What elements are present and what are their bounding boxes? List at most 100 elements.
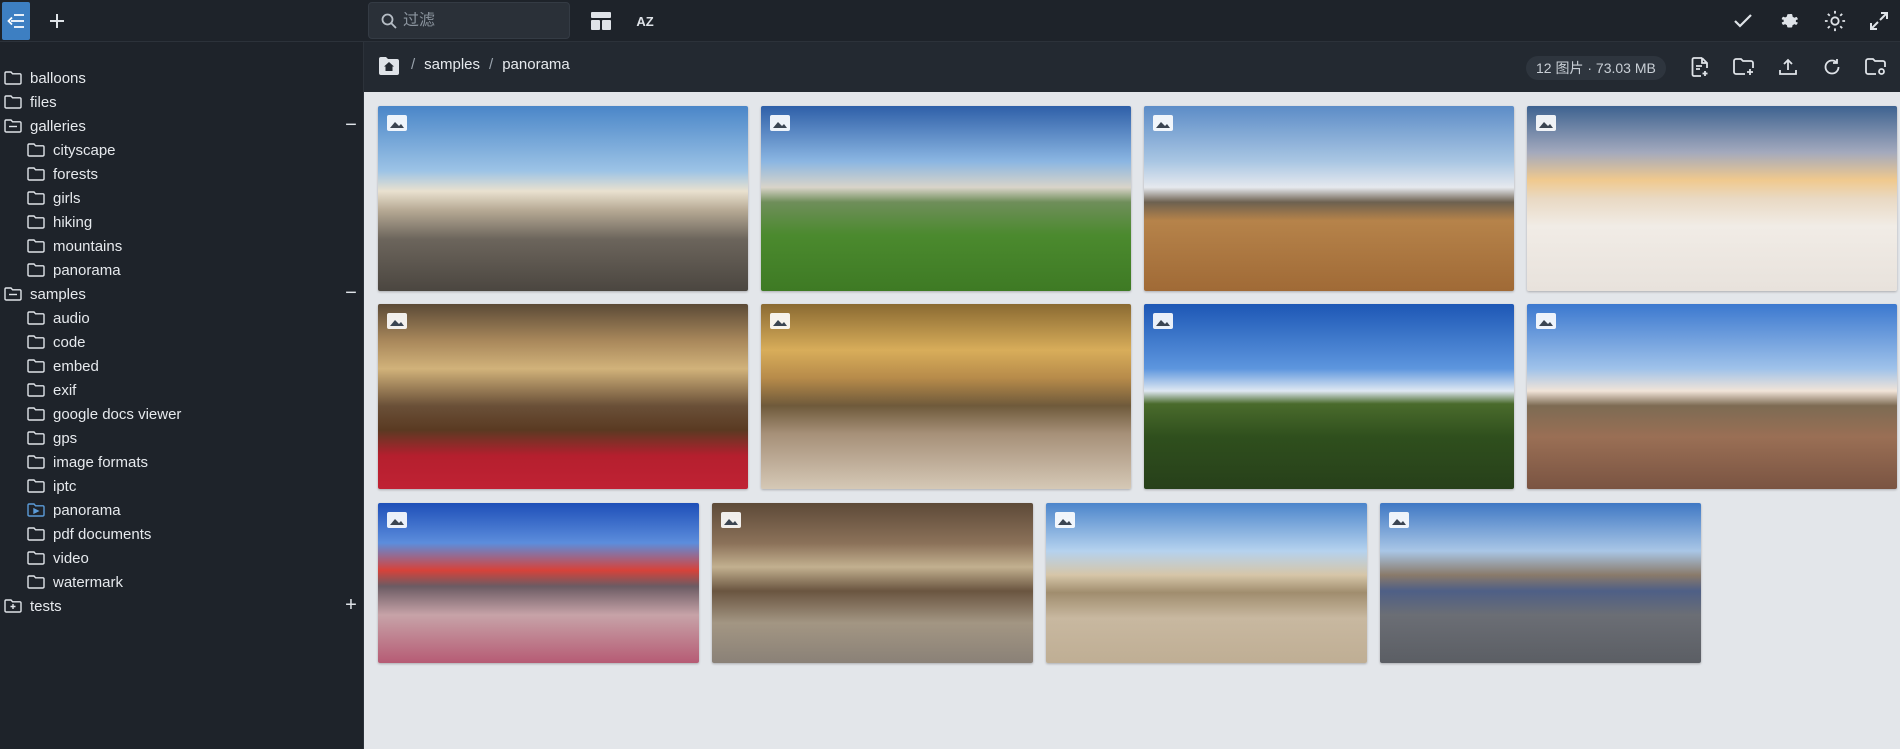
image-thumbnail[interactable] [1046,503,1367,663]
collapse-icon[interactable]: − [343,283,359,303]
search-box [368,2,570,39]
image-thumbnail[interactable] [1144,304,1514,489]
sidebar-item-video[interactable]: video [0,546,363,570]
sidebar-item-tests[interactable]: tests + [0,594,363,618]
sidebar-item-balloons[interactable]: balloons [0,66,363,90]
image-thumbnail[interactable] [1380,503,1701,663]
folder-info-badge: 12 图片 · 73.03 MB [1526,56,1666,80]
sort-az-label: AZ [636,13,654,29]
image-thumbnail[interactable] [378,304,748,489]
sidebar-item-label: samples [30,285,86,303]
folder-icon [27,479,45,493]
image-type-icon [387,115,407,131]
folder-icon [27,551,45,565]
upload-icon[interactable] [1775,54,1801,80]
sidebar-item-label: google docs viewer [53,405,182,423]
sidebar-item-label: watermark [53,573,124,591]
sidebar-item-label: hiking [53,213,93,231]
image-thumbnail[interactable] [712,503,1033,663]
sidebar-item-google-docs-viewer[interactable]: google docs viewer [0,402,363,426]
folder-icon [4,95,22,109]
folder-icon [27,575,45,589]
sidebar-item-label: panorama [53,261,121,279]
sidebar-item-audio[interactable]: audio [0,306,363,330]
gear-icon[interactable] [1776,8,1802,34]
sidebar-item-samples[interactable]: samples − [0,282,363,306]
folder-icon [27,335,45,349]
image-thumbnail[interactable] [1144,106,1514,291]
add-icon[interactable] [44,8,70,34]
image-type-icon [770,115,790,131]
menu-toggle-icon[interactable] [2,2,30,40]
sidebar-item-label: embed [53,357,99,375]
home-folder-icon[interactable] [378,56,400,76]
image-thumbnail[interactable] [378,106,748,291]
sidebar-item-mountains[interactable]: mountains [0,234,363,258]
sidebar-item-panorama[interactable]: panorama [0,498,363,522]
sidebar-item-cityscape[interactable]: cityscape [0,138,363,162]
fullscreen-icon[interactable] [1866,8,1892,34]
image-type-icon [1055,512,1075,528]
refresh-icon[interactable] [1819,54,1845,80]
sidebar-item-girls[interactable]: girls [0,186,363,210]
breadcrumb-samples[interactable]: samples [424,56,480,73]
sidebar-item-hiking[interactable]: hiking [0,210,363,234]
breadcrumb-panorama[interactable]: panorama [502,56,570,73]
sidebar-item-gps[interactable]: gps [0,426,363,450]
new-folder-icon[interactable] [1731,54,1757,80]
search-input[interactable] [403,11,553,30]
image-thumbnail[interactable] [761,106,1131,291]
sidebar-item-label: audio [53,309,90,327]
sidebar-item-forests[interactable]: forests [0,162,363,186]
sidebar-item-image-formats[interactable]: image formats [0,450,363,474]
collapse-icon[interactable]: − [343,115,359,135]
theme-sun-icon[interactable] [1822,8,1848,34]
folder-icon [27,167,45,181]
folder-icon [27,455,45,469]
folder-open-icon [4,287,22,301]
sidebar-item-label: tests [30,597,62,615]
sidebar-item-label: files [30,93,57,111]
image-thumbnail[interactable] [378,503,699,663]
sidebar-item-iptc[interactable]: iptc [0,474,363,498]
image-type-icon [1389,512,1409,528]
sidebar-item-label: girls [53,189,81,207]
sidebar-item-panorama[interactable]: panorama [0,258,363,282]
expand-icon[interactable]: + [343,595,359,615]
folder-icon [27,431,45,445]
breadcrumb-bar: / samples / panorama 12 图片 · 73.03 MB [364,42,1900,92]
sidebar-item-watermark[interactable]: watermark [0,570,363,594]
breadcrumb-separator: / [411,56,416,73]
image-type-icon [770,313,790,329]
sidebar-item-label: pdf documents [53,525,152,543]
sort-az-button[interactable]: AZ [632,8,658,34]
image-type-icon [387,313,407,329]
sidebar-item-exif[interactable]: exif [0,378,363,402]
image-thumbnail[interactable] [1527,304,1897,489]
layout-icon[interactable] [588,8,614,34]
folder-settings-icon[interactable] [1863,54,1889,80]
folder-icon [27,143,45,157]
folder-current-icon [27,503,45,517]
sidebar-item-files[interactable]: files [0,90,363,114]
sidebar-item-code[interactable]: code [0,330,363,354]
image-type-icon [1153,313,1173,329]
select-check-icon[interactable] [1730,8,1756,34]
breadcrumb-separator: / [489,56,494,73]
image-type-icon [1153,115,1173,131]
sidebar-item-label: video [53,549,89,567]
image-thumbnail[interactable] [1527,106,1897,291]
folder-icon [27,263,45,277]
sidebar-item-label: iptc [53,477,77,495]
sidebar-item-pdf-documents[interactable]: pdf documents [0,522,363,546]
sidebar-item-label: panorama [53,501,121,519]
image-thumbnail[interactable] [761,304,1131,489]
sidebar-item-embed[interactable]: embed [0,354,363,378]
folder-icon [4,71,22,85]
sidebar-item-label: balloons [30,69,86,87]
folder-icon [27,359,45,373]
search-icon [381,13,397,29]
sidebar-item-galleries[interactable]: galleries − [0,114,363,138]
new-file-icon[interactable] [1687,54,1713,80]
folder-info-text: 12 图片 · 73.03 MB [1536,60,1656,76]
